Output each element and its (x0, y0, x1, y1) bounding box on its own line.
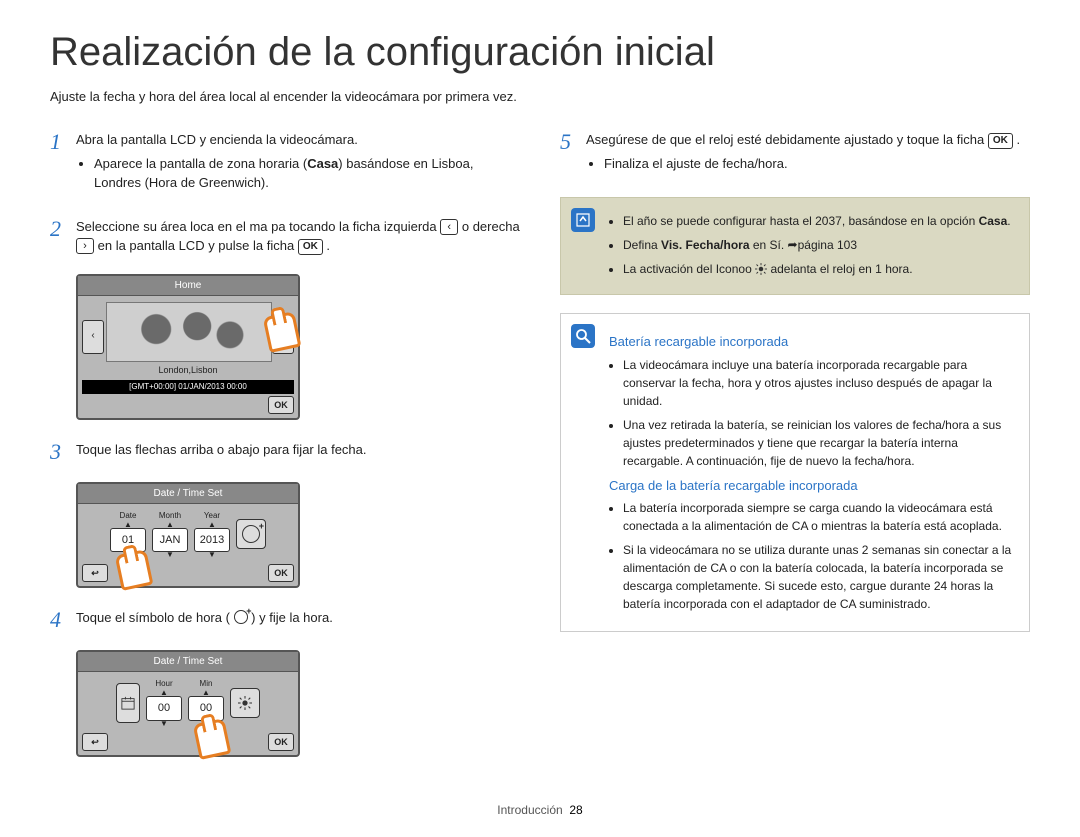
note-bullet-1: El año se puede configurar hasta el 2037… (623, 212, 1015, 230)
lcd-home-screen: Home ‹ › London,Lisbon [GMT+00:00] 01/JA… (76, 274, 300, 420)
info-box: Batería recargable incorporada La videoc… (560, 313, 1030, 632)
lcd-time-title: Date / Time Set (78, 652, 298, 672)
step-4-number: 4 (50, 608, 76, 632)
step-5-text: Asegúrese de que el reloj esté debidamen… (586, 132, 1020, 147)
lcd-back-button[interactable]: ↩ (82, 564, 108, 582)
lcd-time-screen: Date / Time Set Hour ▲ 00 ▼ Min ▲ 00 (76, 650, 300, 757)
clock-plus-icon (234, 610, 248, 624)
step-3-text: Toque las flechas arriba o abajo para fi… (76, 440, 520, 464)
lcd-ok-button[interactable]: OK (268, 396, 294, 414)
lcd-value-month[interactable]: JAN (152, 528, 188, 553)
step-3-number: 3 (50, 440, 76, 464)
note-bullet-2: Defina Vis. Fecha/hora en Sí. página 103 (623, 236, 1015, 254)
world-map[interactable] (106, 302, 272, 362)
lcd-date-screen: Date / Time Set Date ▲ 01 ▼ Month ▲ JAN … (76, 482, 300, 589)
lcd-home-city: London,Lisbon (106, 364, 270, 378)
touch-hand-icon (266, 314, 306, 360)
info-heading-1: Batería recargable incorporada (609, 332, 1013, 352)
step-5-bullet: Finaliza el ajuste de fecha/hora. (604, 154, 1030, 174)
lcd-date-title: Date / Time Set (78, 484, 298, 504)
touch-hand-icon (196, 721, 236, 767)
lcd-ok-button[interactable]: OK (268, 733, 294, 751)
lcd-ok-button[interactable]: OK (268, 564, 294, 582)
info-bullet-1: La videocámara incluye una batería incor… (623, 356, 1013, 410)
touch-hand-icon (118, 552, 158, 598)
lcd-home-bar: [GMT+00:00] 01/JAN/2013 00:00 (82, 380, 294, 394)
lcd-prev-button[interactable]: ‹ (82, 320, 104, 354)
intro-text: Ajuste la fecha y hora del área local al… (50, 89, 1030, 104)
left-arrow-chip: ‹ (440, 219, 458, 235)
info-bullet-4: Si la videocámara no se utiliza durante … (623, 541, 1013, 613)
page-ref-arrow-icon (788, 238, 798, 252)
lcd-dst-button[interactable] (230, 688, 260, 718)
step-4-text: Toque el símbolo de hora ( ) y fije la h… (76, 608, 520, 632)
info-bullet-2: Una vez retirada la batería, se reinicia… (623, 416, 1013, 470)
ok-chip: OK (988, 133, 1013, 149)
lcd-value-year[interactable]: 2013 (194, 528, 230, 553)
page-number: 28 (569, 803, 582, 817)
page-title: Realización de la configuración inicial (50, 30, 1030, 75)
info-heading-2: Carga de la batería recargable incorpora… (609, 476, 1013, 496)
step-2-text: Seleccione su área loca en el ma pa toca… (76, 217, 520, 256)
step-2-number: 2 (50, 217, 76, 256)
calendar-icon (121, 696, 135, 710)
lcd-switch-date-button[interactable] (116, 683, 140, 723)
note-bullet-3: La activación del Iconoo adelanta el rel… (623, 260, 1015, 278)
step-1-bullet: Aparece la pantalla de zona horaria (Cas… (94, 154, 520, 193)
note-box: El año se puede configurar hasta el 2037… (560, 197, 1030, 295)
note-icon (571, 208, 595, 232)
footer-section: Introducción (497, 803, 562, 817)
lcd-value-hour[interactable]: 00 (146, 696, 182, 721)
right-arrow-chip: › (76, 238, 94, 254)
info-bullet-3: La batería incorporada siempre se carga … (623, 499, 1013, 535)
lcd-switch-time-button[interactable] (236, 519, 266, 549)
sun-icon (755, 263, 767, 275)
lcd-back-button[interactable]: ↩ (82, 733, 108, 751)
lcd-home-title: Home (78, 276, 298, 296)
step-1-number: 1 (50, 130, 76, 199)
magnifier-icon (571, 324, 595, 348)
step-5-number: 5 (560, 130, 586, 179)
page-footer: Introducción 28 (50, 803, 1030, 817)
clock-plus-icon (242, 525, 260, 543)
step-1-text: Abra la pantalla LCD y encienda la video… (76, 132, 358, 147)
ok-chip: OK (298, 239, 323, 255)
sun-icon (238, 696, 252, 710)
